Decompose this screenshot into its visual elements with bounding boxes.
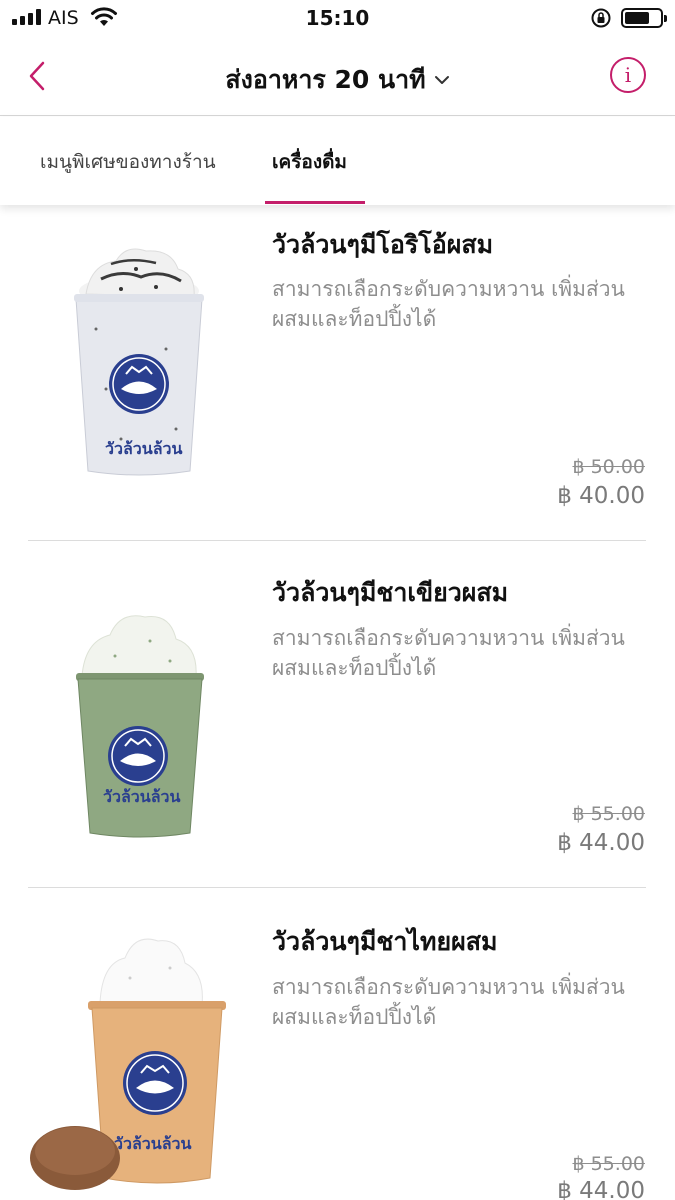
status-bar: AIS 15:10 [0,0,675,40]
menu-item[interactable]: วัวล้วนล้วน วัวล้วนๆมีชาเขียวผสม สามารถเ… [0,541,675,888]
original-price: ฿ 55.00 [572,803,645,825]
brand-logo-text: วัวล้วนล้วน [114,1134,192,1153]
menu-item[interactable]: วัวล้วนล้วน วัวล้วนๆมีโอริโอ้ผสม สามารถเ… [0,205,675,541]
item-name: วัวล้วนๆมีชาไทยผสม [272,927,498,956]
battery-icon [621,8,667,28]
rotation-lock-icon [591,8,611,28]
active-tab-indicator [265,201,365,204]
item-description: สามารถเลือกระดับความหวาน เพิ่มส่วนผสมและ… [272,277,625,331]
info-button[interactable]: i [610,57,646,93]
page-title: ส่งอาหาร 20 นาที [225,65,426,94]
original-price: ฿ 55.00 [572,1153,645,1175]
sale-price: ฿ 44.00 [557,830,645,856]
menu-list: วัวล้วนล้วน วัวล้วนๆมีโอริโอ้ผสม สามารถเ… [0,205,675,1200]
item-name: วัวล้วนๆมีโอริโอ้ผสม [272,230,494,259]
status-time: 15:10 [305,6,370,30]
info-icon: i [624,63,632,87]
app-header: ส่งอาหาร 20 นาที i [0,40,675,116]
item-description: สามารถเลือกระดับความหวาน เพิ่มส่วนผสมและ… [272,975,625,1029]
tab-special-menu[interactable]: เมนูพิเศษของทางร้าน [40,147,216,177]
tab-drinks[interactable]: เครื่องดื่ม [272,147,347,177]
item-name: วัวล้วนๆมีชาเขียวผสม [272,578,509,607]
original-price: ฿ 50.00 [572,456,645,478]
brand-logo-text: วัวล้วนล้วน [105,439,183,458]
category-tabs: เมนูพิเศษของทางร้าน เครื่องดื่ม [0,117,675,205]
brand-logo-text: วัวล้วนล้วน [103,787,181,806]
battery-level [625,12,649,24]
item-description: สามารถเลือกระดับความหวาน เพิ่มส่วนผสมและ… [272,626,625,680]
sale-price: ฿ 44.00 [557,1178,645,1200]
delivery-time-selector[interactable]: ส่งอาหาร 20 นาที [0,60,675,100]
menu-item[interactable]: วัวล้วนล้วน วัวล้วนๆมีชาไทยผสม สามารถเลื… [0,888,675,1200]
sale-price: ฿ 40.00 [557,483,645,509]
chevron-down-icon [434,76,449,84]
